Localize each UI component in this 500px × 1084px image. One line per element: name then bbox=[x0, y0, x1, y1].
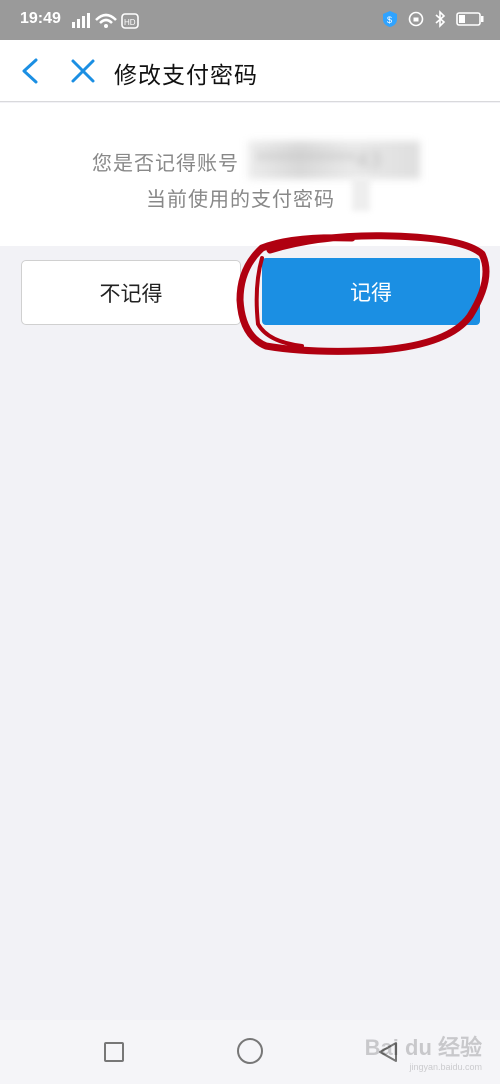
prompt-card: 您是否记得账号 **********43 当前使用的支付密码 bbox=[0, 103, 500, 246]
forget-button-label: 不记得 bbox=[99, 281, 163, 306]
prompt-line-1: 您是否记得账号 bbox=[92, 151, 239, 175]
close-button[interactable] bbox=[66, 54, 100, 88]
back-button[interactable] bbox=[14, 54, 48, 88]
battery-icon bbox=[456, 11, 484, 31]
hd-label: HD bbox=[124, 18, 136, 27]
alarm-icon bbox=[408, 11, 424, 31]
bluetooth-icon bbox=[434, 10, 446, 32]
triangle-back-icon bbox=[379, 1042, 397, 1062]
close-icon bbox=[71, 59, 95, 83]
nav-back-button[interactable] bbox=[376, 1040, 400, 1064]
status-right-icons: $ bbox=[382, 10, 484, 32]
signal-icon: HD bbox=[72, 12, 142, 34]
svg-text:$: $ bbox=[387, 15, 392, 25]
forget-button[interactable]: 不记得 bbox=[21, 260, 241, 325]
header-bar: 修改支付密码 bbox=[0, 40, 500, 102]
prompt-line-2: 当前使用的支付密码 bbox=[146, 187, 335, 211]
blur-patch bbox=[352, 177, 370, 211]
page-title: 修改支付密码 bbox=[114, 63, 258, 89]
recent-apps-button[interactable] bbox=[104, 1042, 124, 1062]
status-bar: 19:49 HD $ bbox=[0, 0, 500, 40]
chevron-left-icon bbox=[22, 58, 38, 84]
masked-account: **********43 bbox=[256, 148, 382, 172]
masked-account-blur: **********43 bbox=[248, 141, 420, 179]
remember-button-label: 记得 bbox=[350, 280, 392, 305]
shield-icon: $ bbox=[382, 10, 398, 32]
system-nav-bar: Bai du 经验 jingyan.baidu.com bbox=[0, 1020, 500, 1084]
home-button[interactable] bbox=[237, 1038, 263, 1064]
status-time: 19:49 bbox=[20, 10, 61, 27]
remember-button[interactable]: 记得 bbox=[262, 258, 480, 325]
